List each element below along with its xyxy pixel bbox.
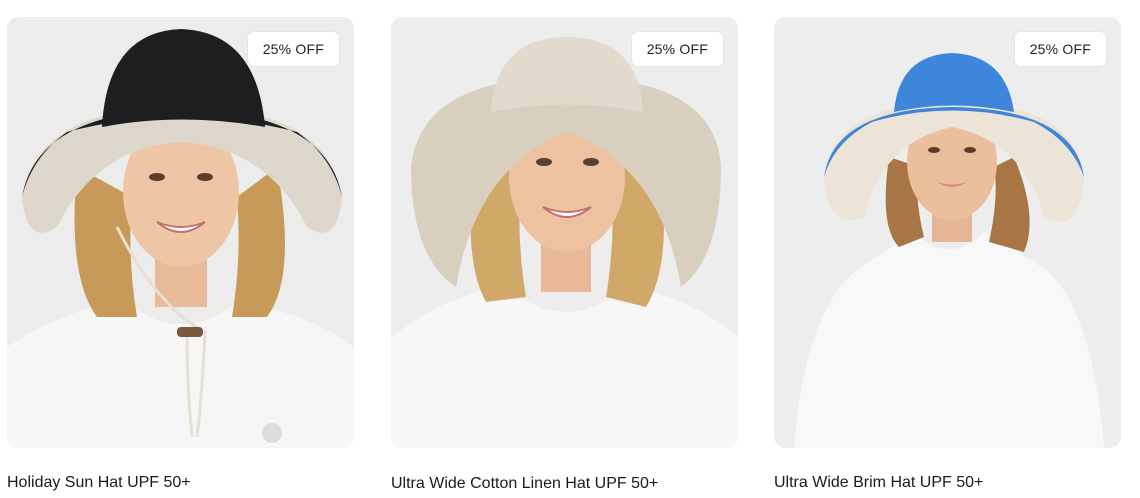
product-name[interactable]: Holiday Sun Hat UPF 50+: [7, 474, 191, 492]
product-grid: 25% OFF Holiday Sun Hat UPF 50+ 25% OFF …: [0, 0, 1140, 498]
discount-badge: 25% OFF: [631, 32, 723, 66]
model-photo: [774, 17, 1121, 448]
discount-badge: 25% OFF: [247, 32, 339, 66]
discount-badge: 25% OFF: [1014, 32, 1106, 66]
model-photo: [7, 17, 354, 448]
product-name[interactable]: Ultra Wide Cotton Linen Hat UPF 50+: [391, 475, 658, 493]
product-card[interactable]: 25% OFF Holiday Sun Hat UPF 50+: [7, 17, 354, 491]
product-card[interactable]: 25% OFF Ultra Wide Cotton Linen Hat UPF …: [391, 17, 738, 492]
product-card[interactable]: 25% OFF Ultra Wide Brim Hat UPF 50+: [774, 17, 1121, 491]
product-image[interactable]: 25% OFF: [7, 17, 354, 448]
product-image[interactable]: 25% OFF: [391, 17, 738, 448]
model-photo: [391, 17, 738, 448]
product-image[interactable]: 25% OFF: [774, 17, 1121, 448]
product-name[interactable]: Ultra Wide Brim Hat UPF 50+: [774, 474, 983, 492]
